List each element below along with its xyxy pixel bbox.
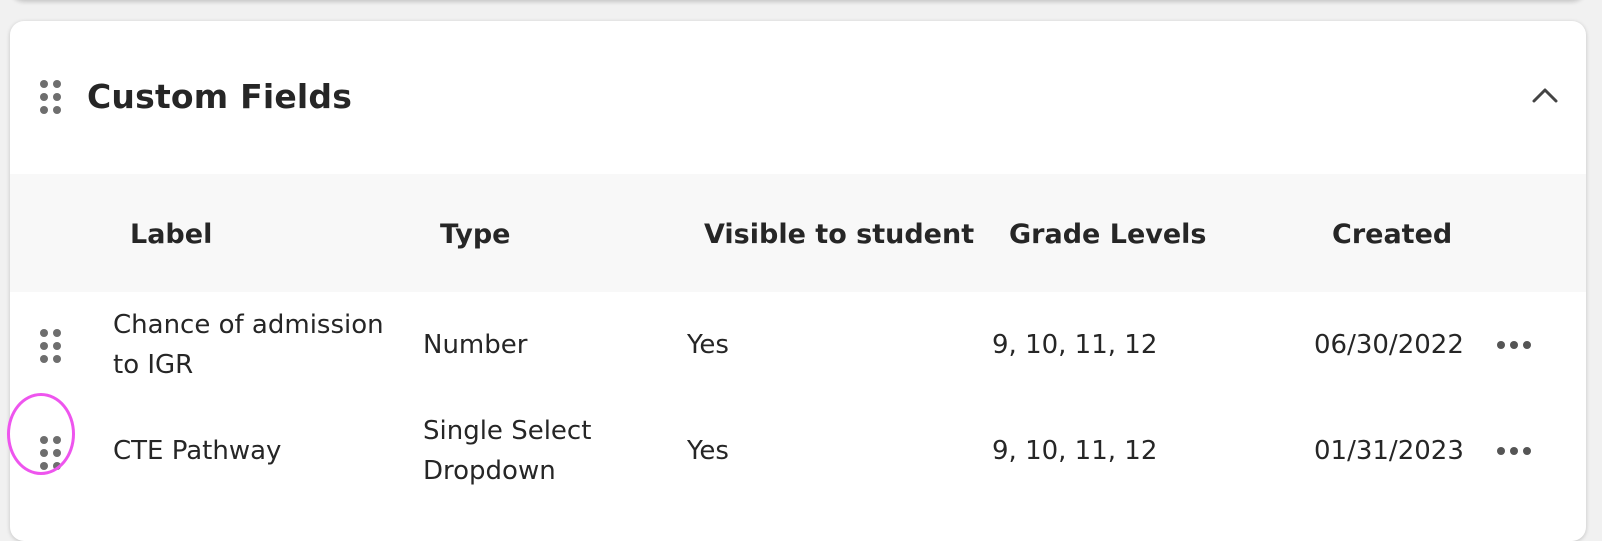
cell-type: Number <box>423 325 527 365</box>
cell-grade-levels: 9, 10, 11, 12 <box>992 330 1158 360</box>
more-options-icon[interactable] <box>1494 333 1534 357</box>
column-header-label[interactable]: Label <box>130 219 212 250</box>
chevron-up-icon[interactable] <box>1530 81 1560 111</box>
cell-label: CTE Pathway <box>113 431 281 471</box>
cell-label: Chance of admission to IGR <box>113 305 384 385</box>
table-row: CTE Pathway Single Select Dropdown Yes 9… <box>10 400 1586 508</box>
row-drag-handle-icon[interactable] <box>38 436 62 470</box>
cell-type-line: Single Select <box>423 416 592 446</box>
section-drag-handle-icon[interactable] <box>38 80 62 114</box>
table-row: Chance of admission to IGR Number Yes 9,… <box>10 292 1586 400</box>
section-header: Custom Fields <box>10 21 1586 174</box>
column-header-created[interactable]: Created <box>1332 219 1452 250</box>
cell-created: 01/31/2023 <box>1314 436 1464 466</box>
more-options-icon[interactable] <box>1494 439 1534 463</box>
table-header: Label Type Visible to student Grade Leve… <box>10 174 1586 292</box>
column-header-visible[interactable]: Visible to student <box>704 219 974 250</box>
row-drag-handle-icon[interactable] <box>38 329 62 363</box>
cell-label-line: CTE Pathway <box>113 436 282 466</box>
cell-visible: Yes <box>687 436 729 466</box>
cell-label-line: Chance of admission <box>113 310 384 340</box>
cell-label-line: to IGR <box>113 350 194 380</box>
custom-fields-card: Custom Fields Label Type Visible to stud… <box>10 21 1586 541</box>
cell-created: 06/30/2022 <box>1314 330 1464 360</box>
column-header-type[interactable]: Type <box>440 219 510 250</box>
cell-grade-levels: 9, 10, 11, 12 <box>992 436 1158 466</box>
cell-type-line: Dropdown <box>423 456 556 486</box>
cell-type: Single Select Dropdown <box>423 411 591 491</box>
section-title: Custom Fields <box>87 77 353 116</box>
column-header-grade-levels[interactable]: Grade Levels <box>1009 219 1207 250</box>
cell-visible: Yes <box>687 330 729 360</box>
cell-type-line: Number <box>423 330 528 360</box>
